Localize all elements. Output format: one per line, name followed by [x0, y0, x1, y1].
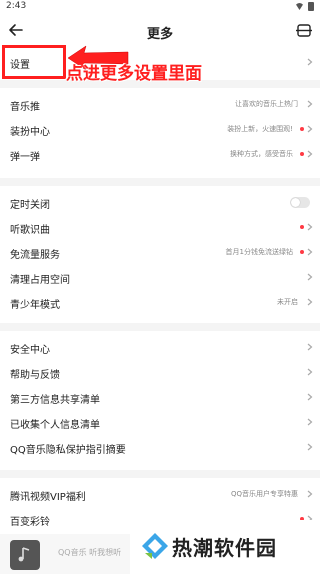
settings-row[interactable]: 音乐推 让喜欢的音乐上热门 — [0, 92, 320, 117]
chevron-right-icon — [307, 100, 313, 108]
row-label: 装扮中心 — [10, 127, 50, 138]
section-divider — [0, 470, 320, 478]
row-subtitle: QQ音乐用户专享特惠 — [230, 490, 298, 498]
settings-row[interactable]: QQ音乐隐私保护指引摘要 — [0, 435, 320, 460]
chevron-right-icon — [307, 248, 313, 256]
chevron-right-icon — [307, 343, 313, 351]
red-dot-badge — [300, 250, 304, 254]
chevron-right-icon — [307, 490, 313, 498]
page-title: 更多 — [146, 27, 173, 42]
row-label: 百变彩铃 — [10, 517, 50, 528]
settings-row[interactable]: 定时关闭 — [0, 190, 320, 215]
row-subtitle: 让喜欢的音乐上热门 — [235, 100, 298, 108]
row-label: 免流量服务 — [10, 250, 60, 261]
chevron-right-icon — [307, 393, 313, 401]
settings-row[interactable]: 第三方信息共享清单 — [0, 385, 320, 410]
row-label: 听歌识曲 — [10, 225, 50, 236]
highlight-box — [2, 45, 66, 79]
row-label: 清理占用空间 — [10, 275, 70, 286]
settings-row[interactable]: 装扮中心 装扮上新，火速围观! — [0, 117, 320, 142]
status-icons — [295, 2, 314, 11]
chevron-right-icon — [307, 223, 313, 231]
annotation-text: 点进更多设置里面 — [66, 64, 202, 84]
toggle-switch[interactable] — [290, 197, 310, 208]
battery-icon — [308, 2, 314, 11]
row-label: 音乐推 — [10, 102, 40, 113]
chevron-right-icon — [307, 443, 313, 451]
row-label: QQ音乐隐私保护指引摘要 — [10, 445, 126, 456]
row-label: 腾讯视频VIP福利 — [10, 492, 86, 503]
row-label: 帮助与反馈 — [10, 370, 60, 381]
album-cover[interactable] — [10, 540, 40, 570]
row-subtitle: 换种方式，感受音乐 — [230, 150, 293, 158]
settings-row[interactable]: 免流量服务 首月1分钱免流送绿钻 — [0, 240, 320, 265]
row-subtitle: 首月1分钱免流送绿钻 — [225, 248, 293, 256]
row-label: 安全中心 — [10, 345, 50, 356]
red-dot-badge — [300, 127, 304, 131]
music-note-icon — [18, 547, 30, 562]
chevron-right-icon — [307, 273, 313, 281]
red-dot-badge — [300, 152, 304, 156]
toggle-knob — [291, 198, 300, 207]
wifi-icon — [295, 3, 304, 10]
row-label: 弹一弹 — [10, 152, 40, 163]
chevron-right-icon — [307, 368, 313, 376]
section-divider — [0, 323, 320, 331]
row-label: 青少年模式 — [10, 300, 60, 311]
top-bar: 更多 — [0, 14, 320, 48]
status-bar: 2:43 — [0, 0, 320, 14]
chevron-right-icon — [307, 418, 313, 426]
settings-row[interactable]: 帮助与反馈 — [0, 360, 320, 385]
row-subtitle: 未开启 — [277, 298, 298, 306]
row-label: 定时关闭 — [10, 200, 50, 211]
row-label: 第三方信息共享清单 — [10, 395, 100, 406]
status-time: 2:43 — [6, 1, 27, 11]
row-subtitle: 装扮上新，火速围观! — [227, 125, 293, 133]
settings-row[interactable]: 安全中心 — [0, 335, 320, 360]
settings-row[interactable]: 已收集个人信息清单 — [0, 410, 320, 435]
red-dot-badge — [300, 225, 304, 229]
chevron-right-icon — [307, 150, 313, 158]
settings-row[interactable]: 腾讯视频VIP福利 QQ音乐用户专享特惠 — [0, 482, 320, 507]
row-label: 已收集个人信息清单 — [10, 420, 100, 431]
section-divider — [0, 178, 320, 186]
chevron-right-icon — [307, 125, 313, 133]
chevron-right-icon — [307, 58, 313, 66]
watermark-text: 热潮软件园 — [172, 536, 277, 560]
settings-row[interactable]: 弹一弹 换种方式，感受音乐 — [0, 142, 320, 167]
settings-row[interactable]: 青少年模式 未开启 — [0, 290, 320, 315]
settings-row[interactable]: 清理占用空间 — [0, 265, 320, 290]
mini-player-text: QQ音乐 听我想听 — [58, 548, 122, 557]
settings-row[interactable]: 听歌识曲 — [0, 215, 320, 240]
watermark-logo-icon — [142, 533, 168, 559]
watermark: 热潮软件园 — [130, 520, 320, 574]
scan-box-icon[interactable] — [294, 20, 314, 40]
chevron-right-icon — [307, 298, 313, 306]
